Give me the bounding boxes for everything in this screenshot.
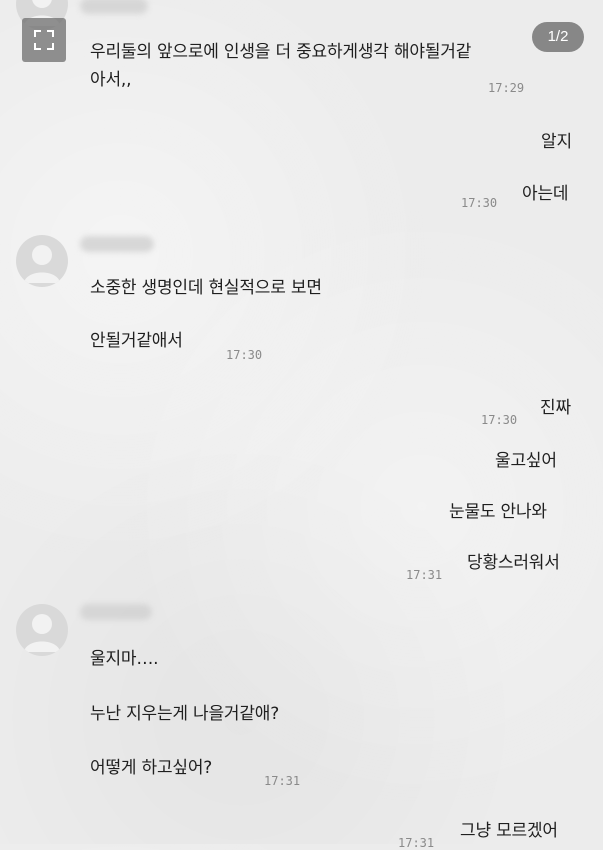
page-indicator: 1/2 [532, 22, 584, 52]
sender-name-blurred [80, 236, 154, 252]
message-text: 소중한 생명인데 현실적으로 보면 [90, 278, 322, 298]
message-text: 그냥 모르겠어 [460, 821, 558, 841]
message-time: 17:30 [461, 196, 498, 210]
expand-icon [34, 30, 54, 50]
expand-button[interactable] [22, 18, 66, 62]
message-text: 눈물도 안나와 [449, 502, 547, 522]
message-time: 17:31 [406, 568, 443, 582]
message-time: 17:30 [481, 413, 518, 427]
message-text: 누난 지우는게 나을거같애? [90, 704, 280, 724]
message-time: 17:30 [226, 348, 263, 362]
message-text: 어떻게 하고싶어? [90, 758, 213, 778]
message-text: 아는데 [522, 184, 569, 204]
avatar[interactable] [16, 604, 68, 656]
message-time: 17:29 [488, 81, 525, 95]
avatar[interactable] [16, 235, 68, 287]
sender-name-blurred [80, 604, 152, 620]
default-profile-icon [24, 245, 60, 283]
message-text: 울고싶어 [495, 451, 557, 471]
message-time: 17:31 [398, 836, 435, 850]
message-time: 17:31 [264, 774, 301, 788]
default-profile-icon [24, 614, 60, 652]
message-text: 알지 [541, 132, 572, 152]
message-text: 안될거같애서 [90, 331, 183, 351]
message-text: 우리둘의 앞으로에 인생을 더 중요하게생각 해야될거같아서,, [90, 42, 472, 90]
message-text: 당황스러워서 [467, 553, 560, 573]
sender-name-blurred [80, 0, 148, 14]
message-text: 울지마…. [90, 649, 159, 669]
message-text: 진짜 [540, 398, 571, 418]
